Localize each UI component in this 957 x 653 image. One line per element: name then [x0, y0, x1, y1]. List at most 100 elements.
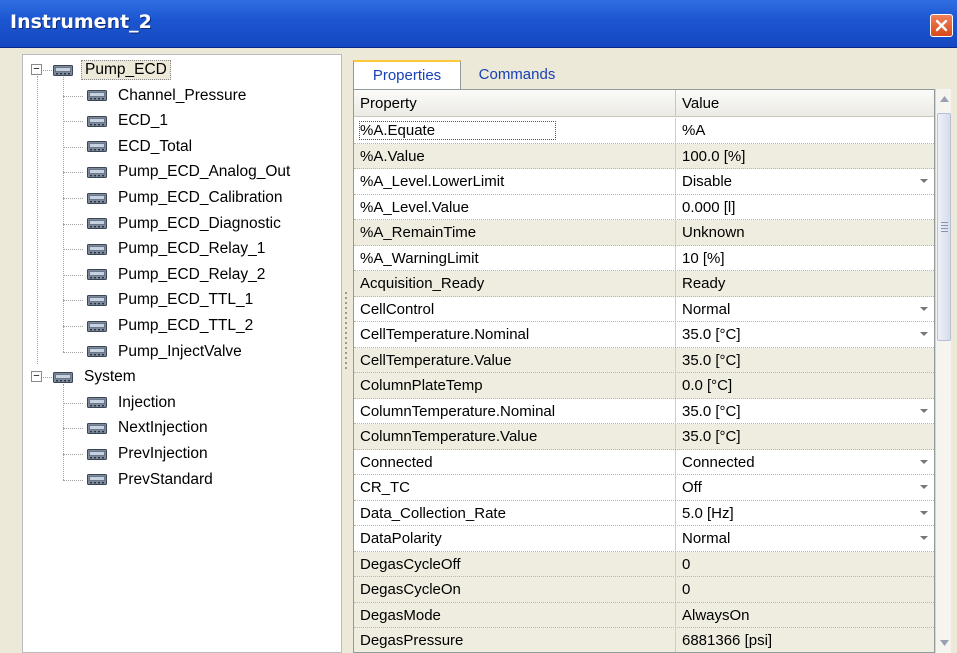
tab-commands[interactable]: Commands — [461, 60, 573, 89]
device-tree[interactable]: − Pump_ECD Channel_Pressure ECD_1 ECD_Total P… — [22, 54, 342, 653]
dropdown-arrow-icon[interactable] — [920, 306, 928, 311]
property-row[interactable]: CellTemperature.Value 35.0 [°C] — [354, 347, 934, 373]
property-row[interactable]: DegasCycleOn 0 — [354, 577, 934, 603]
property-name-cell[interactable]: %A_Level.Value — [354, 194, 676, 220]
property-value-cell[interactable]: %A — [676, 118, 934, 143]
property-row[interactable]: CellTemperature.Nominal 35.0 [°C] — [354, 322, 934, 348]
property-value-cell[interactable]: 0.000 [l] — [676, 195, 934, 220]
property-value-cell[interactable]: Unknown — [676, 220, 934, 245]
tree-expander[interactable]: − — [31, 64, 42, 75]
tree-item[interactable]: ECD_1 — [87, 108, 171, 134]
property-value-cell[interactable]: 35.0 [°C] — [676, 424, 934, 449]
property-name-cell[interactable]: DegasCycleOff — [354, 551, 676, 577]
property-name-cell[interactable]: DegasPressure — [354, 628, 676, 652]
property-name-cell[interactable]: DegasMode — [354, 602, 676, 628]
property-name-cell[interactable]: %A.Value — [354, 143, 676, 169]
property-row[interactable]: %A_Level.LowerLimit Disable — [354, 169, 934, 195]
tree-item[interactable]: Pump_ECD_Diagnostic — [87, 211, 284, 237]
dropdown-arrow-icon[interactable] — [920, 510, 928, 515]
property-value-cell[interactable]: Normal — [676, 297, 934, 322]
tree-item[interactable]: Pump_ECD_TTL_2 — [87, 313, 256, 339]
property-value-cell[interactable]: 0 — [676, 577, 934, 602]
tree-group[interactable]: System — [53, 364, 139, 390]
property-name-cell[interactable]: CellControl — [354, 296, 676, 322]
tree-item[interactable]: Injection — [87, 390, 179, 416]
scroll-down-button[interactable] — [936, 634, 952, 652]
property-name-cell[interactable]: %A_Level.LowerLimit — [354, 169, 676, 194]
property-row[interactable]: DegasCycleOff 0 — [354, 551, 934, 577]
dropdown-arrow-icon[interactable] — [920, 459, 928, 464]
tree-item[interactable]: PrevStandard — [87, 467, 216, 493]
property-row[interactable]: %A_RemainTime Unknown — [354, 220, 934, 246]
tree-item[interactable]: Pump_InjectValve — [87, 339, 245, 365]
dropdown-arrow-icon[interactable] — [920, 179, 928, 183]
pane-splitter[interactable] — [343, 289, 349, 409]
tree-item[interactable]: ECD_Total — [87, 134, 195, 160]
property-name-cell[interactable]: %A_WarningLimit — [354, 245, 676, 271]
tree-item[interactable]: Pump_ECD_Calibration — [87, 185, 286, 211]
property-value-cell[interactable]: 6881366 [psi] — [676, 628, 934, 652]
tree-item[interactable]: Channel_Pressure — [87, 83, 249, 109]
property-name-cell[interactable]: Data_Collection_Rate — [354, 500, 676, 526]
property-row[interactable]: %A.Value 100.0 [%] — [354, 143, 934, 169]
tree-item[interactable]: PrevInjection — [87, 441, 211, 467]
vertical-scrollbar[interactable] — [935, 89, 951, 653]
property-row[interactable]: Acquisition_Ready Ready — [354, 271, 934, 297]
property-name-cell[interactable]: Connected — [354, 449, 676, 475]
column-header-value[interactable]: Value — [676, 90, 934, 117]
close-button[interactable] — [930, 14, 953, 37]
dropdown-arrow-icon[interactable] — [920, 408, 928, 413]
scrollbar-thumb[interactable] — [937, 113, 951, 341]
property-row[interactable]: ColumnTemperature.Value 35.0 [°C] — [354, 424, 934, 450]
tree-expander[interactable]: − — [31, 371, 42, 383]
tree-item[interactable]: Pump_ECD_Relay_2 — [87, 262, 268, 288]
property-name-cell[interactable]: CR_TC — [354, 475, 676, 500]
property-value-cell[interactable]: 5.0 [Hz] — [676, 501, 934, 526]
property-row[interactable]: CellControl Normal — [354, 296, 934, 322]
property-name-cell[interactable]: DegasCycleOn — [354, 577, 676, 602]
property-row[interactable]: %A_Level.Value 0.000 [l] — [354, 194, 934, 220]
property-row[interactable]: Connected Connected — [354, 449, 934, 475]
property-value-cell[interactable]: 0 — [676, 552, 934, 577]
property-name-cell[interactable]: DataPolarity — [354, 526, 676, 551]
property-value-cell[interactable]: Ready — [676, 271, 934, 296]
property-row[interactable]: DegasPressure 6881366 [psi] — [354, 628, 934, 652]
scroll-up-button[interactable] — [936, 90, 952, 108]
dropdown-arrow-icon[interactable] — [920, 332, 928, 336]
property-value-cell[interactable]: 100.0 [%] — [676, 144, 934, 169]
tree-item[interactable]: NextInjection — [87, 415, 211, 441]
property-value-cell[interactable]: 35.0 [°C] — [676, 322, 934, 347]
property-row[interactable]: ColumnPlateTemp 0.0 [°C] — [354, 373, 934, 399]
dropdown-arrow-icon[interactable] — [920, 485, 928, 489]
property-value-cell[interactable]: 0.0 [°C] — [676, 373, 934, 398]
property-name-cell[interactable]: %A.Equate — [354, 118, 676, 143]
property-name-cell[interactable]: ColumnTemperature.Value — [354, 424, 676, 449]
property-row[interactable]: DataPolarity Normal — [354, 526, 934, 552]
column-header-property[interactable]: Property — [354, 90, 676, 117]
property-name-cell[interactable]: CellTemperature.Nominal — [354, 322, 676, 347]
property-row[interactable]: %A_WarningLimit 10 [%] — [354, 245, 934, 271]
property-name-cell[interactable]: CellTemperature.Value — [354, 347, 676, 373]
property-value-cell[interactable]: Off — [676, 475, 934, 500]
tree-item[interactable]: Pump_ECD_Relay_1 — [87, 236, 268, 262]
property-row[interactable]: CR_TC Off — [354, 475, 934, 501]
tree-item[interactable]: Pump_ECD_Analog_Out — [87, 159, 293, 185]
property-value-cell[interactable]: Disable — [676, 169, 934, 194]
property-value-cell[interactable]: 35.0 [°C] — [676, 348, 934, 373]
property-row[interactable]: Data_Collection_Rate 5.0 [Hz] — [354, 500, 934, 526]
property-name-cell[interactable]: Acquisition_Ready — [354, 271, 676, 296]
property-value-cell[interactable]: 10 [%] — [676, 246, 934, 271]
property-value-cell[interactable]: Normal — [676, 526, 934, 551]
tree-group[interactable]: Pump_ECD — [53, 57, 171, 83]
tab-properties[interactable]: Properties — [353, 60, 461, 89]
property-name-cell[interactable]: ColumnTemperature.Nominal — [354, 398, 676, 424]
property-row[interactable]: %A.Equate %A — [354, 118, 934, 144]
property-value-cell[interactable]: 35.0 [°C] — [676, 399, 934, 424]
property-row[interactable]: ColumnTemperature.Nominal 35.0 [°C] — [354, 398, 934, 424]
property-value-cell[interactable]: AlwaysOn — [676, 603, 934, 628]
dropdown-arrow-icon[interactable] — [920, 536, 928, 540]
property-row[interactable]: DegasMode AlwaysOn — [354, 602, 934, 628]
property-name-cell[interactable]: %A_RemainTime — [354, 220, 676, 245]
tree-item[interactable]: Pump_ECD_TTL_1 — [87, 287, 256, 313]
property-value-cell[interactable]: Connected — [676, 450, 934, 475]
